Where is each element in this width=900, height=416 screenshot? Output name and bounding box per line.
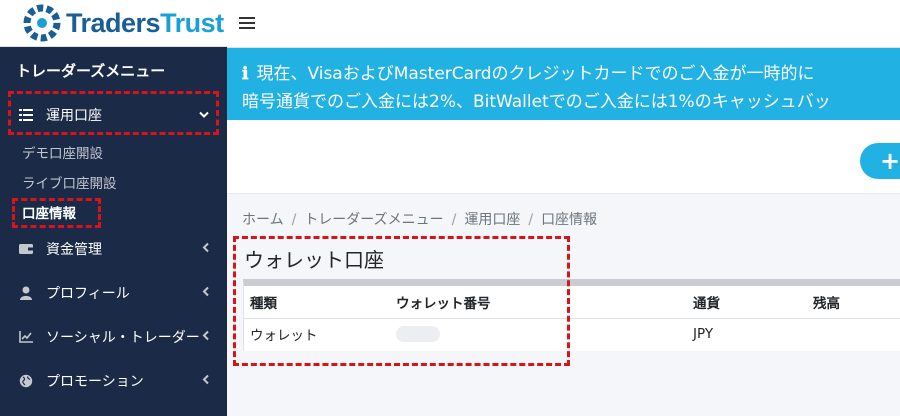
wallet-icon	[18, 241, 34, 257]
notice-line-1: 現在、VisaおよびMasterCardのクレジットカードでのご入金が一時的に	[256, 64, 815, 84]
chevron-down-icon	[199, 108, 209, 123]
sidebar-item-promotion[interactable]: プロモーション	[0, 359, 227, 403]
chart-icon	[18, 329, 34, 345]
globe-icon	[18, 373, 34, 389]
breadcrumb-account-info: 口座情報	[541, 212, 598, 228]
sidebar-item-label: プロモーション	[46, 374, 144, 390]
sidebar-item-label: プロフィール	[46, 286, 130, 302]
table-header-row: 種類 ウォレット番号 通貨 残高	[244, 286, 900, 319]
column-header-currency: 通貨	[693, 286, 813, 319]
info-icon: ℹ	[242, 64, 249, 84]
sidebar-item-funds[interactable]: 資金管理	[0, 227, 227, 271]
chevron-left-icon	[202, 242, 209, 257]
redacted-wallet-number	[396, 326, 440, 343]
list-icon	[18, 107, 34, 123]
breadcrumb-trading-accounts[interactable]: 運用口座	[464, 212, 520, 228]
notice-line-2: 暗号通貨でのご入金には2%、BitWalletでのご入金には1%のキャッシュバッ	[242, 92, 831, 112]
column-header-balance: 残高	[813, 286, 900, 319]
wallet-card: 種類 ウォレット番号 通貨 残高 ウォレット JPY	[243, 279, 900, 351]
breadcrumb-traders-menu[interactable]: トレーダーズメニュー	[304, 212, 443, 228]
column-header-type: 種類	[244, 286, 396, 319]
table-row: ウォレット JPY	[244, 318, 900, 350]
column-header-wallet-number: ウォレット番号	[396, 286, 693, 319]
hamburger-icon[interactable]	[239, 14, 255, 34]
wallet-table: 種類 ウォレット番号 通貨 残高 ウォレット JPY	[244, 286, 900, 350]
sidebar-subitem-account-info[interactable]: 口座情報	[0, 197, 227, 227]
cell-balance	[813, 318, 900, 350]
sidebar: TradersTrust トレーダーズメニュー 運用口座 デモ口座開設 ライブ口…	[0, 0, 227, 416]
cell-wallet-number	[396, 318, 693, 350]
sidebar-item-label: ソーシャル・トレーダー	[46, 330, 200, 346]
chevron-left-icon	[202, 330, 209, 345]
topbar	[227, 0, 900, 48]
sidebar-subitem-live-open[interactable]: ライブ口座開設	[0, 167, 227, 197]
logo[interactable]: TradersTrust	[0, 0, 227, 47]
sidebar-item-label: 資金管理	[46, 242, 102, 258]
sidebar-item-trading-accounts[interactable]: 運用口座	[0, 93, 227, 137]
wallet-title: ウォレット口座	[244, 248, 384, 272]
sidebar-item-label: 運用口座	[46, 108, 102, 124]
notice-banner: ℹ 現在、VisaおよびMasterCardのクレジットカードでのご入金が一時的に…	[227, 48, 900, 120]
logo-text-part1: Traders	[66, 7, 161, 38]
chevron-left-icon	[202, 374, 209, 389]
sidebar-item-profile[interactable]: プロフィール	[0, 271, 227, 315]
user-icon	[18, 285, 34, 301]
breadcrumb-home[interactable]: ホーム	[242, 212, 284, 228]
cell-currency: JPY	[693, 326, 714, 343]
sidebar-subitem-demo-open[interactable]: デモ口座開設	[0, 137, 227, 167]
logo-mark-icon	[23, 4, 61, 42]
logo-text: TradersTrust	[66, 8, 224, 39]
cell-type: ウォレット	[250, 328, 318, 345]
sidebar-menu-title: トレーダーズメニュー	[16, 61, 166, 80]
logo-text-part2: Trust	[160, 7, 224, 38]
action-strip: +	[227, 120, 900, 194]
sidebar-item-social-trader[interactable]: ソーシャル・トレーダー	[0, 315, 227, 359]
chevron-left-icon	[202, 286, 209, 301]
breadcrumb: ホーム / トレーダーズメニュー / 運用口座 / 口座情報	[242, 212, 598, 228]
add-button[interactable]: +	[860, 143, 900, 179]
